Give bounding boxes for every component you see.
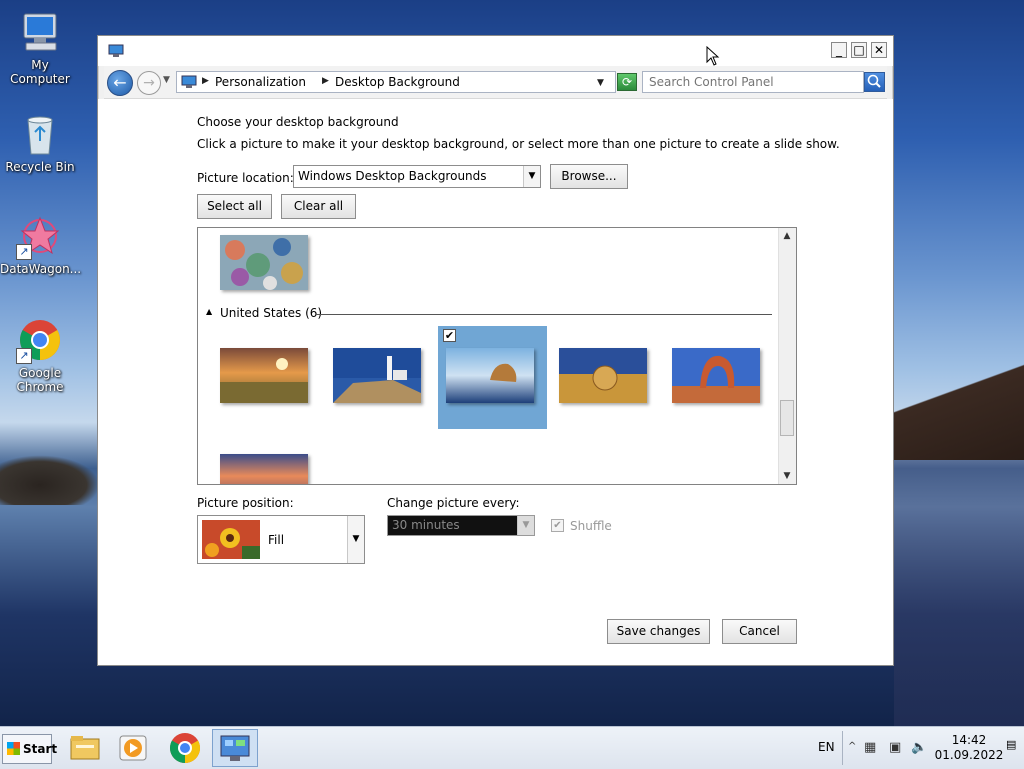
chevron-down-icon: ▼ — [523, 166, 540, 187]
breadcrumb-chevron-icon[interactable]: ▶ — [322, 76, 329, 86]
minimize-button[interactable]: _ — [831, 42, 847, 58]
mouse-cursor-icon — [706, 46, 720, 66]
scroll-down-icon[interactable]: ▼ — [779, 468, 795, 484]
desktop-wallpaper-shore — [894, 430, 1024, 730]
thumbnail-arch[interactable] — [672, 348, 760, 403]
forward-button[interactable]: → — [137, 71, 161, 95]
taskbar-explorer-icon[interactable] — [68, 731, 102, 765]
picture-location-select[interactable]: Windows Desktop Backgrounds ▼ — [293, 165, 541, 188]
gallery-scrollbar[interactable]: ▲ ▼ — [778, 228, 796, 484]
language-indicator[interactable]: EN — [818, 740, 835, 754]
content-area: Choose your desktop background Click a p… — [98, 99, 893, 665]
search-input[interactable] — [649, 74, 839, 90]
change-interval-select: 30 minutes ▼ — [387, 515, 535, 536]
desktop-icon-google-chrome[interactable]: ↗ Google Chrome — [0, 318, 80, 394]
picture-gallery[interactable]: ▲ United States (6) ✔ ▲ ▼ — [197, 227, 797, 485]
search-icon — [867, 74, 881, 88]
page-title: Choose your desktop background — [197, 115, 399, 129]
change-interval-value: 30 minutes — [392, 518, 460, 532]
control-panel-icon — [220, 735, 250, 761]
desktop-icon-label: My Computer — [10, 58, 70, 86]
shortcut-arrow-icon: ↗ — [16, 348, 32, 364]
close-button[interactable]: ✕ — [871, 42, 887, 58]
address-bar-row: ← → ▼ ▶ Personalization ▶ Desktop Backgr… — [104, 66, 887, 99]
desktop-icon-my-computer[interactable]: My Computer — [0, 10, 80, 86]
position-preview-image — [202, 520, 260, 559]
tray-separator — [842, 731, 843, 765]
computer-icon — [18, 10, 62, 54]
select-all-button[interactable]: Select all — [197, 194, 272, 219]
taskbar: Start EN ^ ▦ ▣ 🔈 14:42 01.09.2022 ▤ — [0, 726, 1024, 769]
desktop-icon-datawagon[interactable]: ↗ DataWagon... — [0, 214, 82, 276]
control-panel-icon — [181, 75, 197, 89]
clock-date: 01.09.2022 — [934, 748, 1004, 762]
desktop-background-window: _ □ ✕ ← → ▼ ▶ Personalization ▶ Desktop … — [97, 35, 894, 666]
desktop-wallpaper-rock — [894, 360, 1024, 460]
start-label: Start — [23, 742, 58, 756]
recycle-bin-icon — [18, 112, 62, 156]
network-disconnected-icon[interactable]: ▣ — [889, 740, 901, 755]
thumbnail-sunset-field[interactable] — [220, 348, 308, 403]
thumbnail-sea-rock[interactable] — [446, 348, 534, 403]
clear-all-button[interactable]: Clear all — [281, 194, 356, 219]
address-dropdown-icon[interactable]: ▼ — [597, 78, 604, 88]
thumbnail-checkbox[interactable]: ✔ — [443, 329, 456, 342]
windows-logo-icon — [7, 742, 20, 755]
breadcrumb-desktop-background[interactable]: Desktop Background — [335, 75, 460, 89]
datawagon-icon: ↗ — [16, 214, 62, 260]
cancel-button[interactable]: Cancel — [722, 619, 797, 644]
thumbnail-hay-bale[interactable] — [559, 348, 647, 403]
desktop-wallpaper-rocks-left — [0, 455, 100, 505]
picture-position-label: Picture position: — [197, 496, 294, 510]
title-bar[interactable]: _ □ ✕ — [98, 36, 893, 66]
save-changes-button[interactable]: Save changes — [607, 619, 710, 644]
thumbnail-lighthouse[interactable] — [333, 348, 421, 403]
action-center-icon[interactable]: ▦ — [864, 740, 876, 755]
scrollbar-thumb[interactable] — [780, 400, 794, 436]
system-clock[interactable]: 14:42 01.09.2022 — [932, 733, 1006, 763]
desktop-icon-label: DataWagon... — [0, 262, 82, 276]
breadcrumb-personalization[interactable]: Personalization — [215, 75, 306, 89]
start-button[interactable]: Start — [2, 734, 57, 764]
picture-location-value: Windows Desktop Backgrounds — [298, 169, 487, 183]
scroll-up-icon[interactable]: ▲ — [779, 228, 795, 244]
thumbnail-lake-sunset[interactable] — [220, 454, 308, 484]
taskbar-chrome-icon[interactable] — [168, 731, 202, 765]
show-desktop-icon[interactable]: ▤ — [1006, 738, 1016, 751]
volume-icon[interactable]: 🔈 — [911, 740, 927, 755]
group-header-united-states[interactable]: United States (6) — [220, 306, 322, 320]
refresh-button[interactable]: ⟳ — [617, 73, 637, 91]
chrome-icon: ↗ — [16, 318, 62, 364]
show-hidden-icons-icon[interactable]: ^ — [848, 741, 856, 752]
change-picture-label: Change picture every: — [387, 496, 520, 510]
search-button[interactable] — [864, 72, 885, 92]
control-panel-icon — [108, 44, 124, 58]
search-box[interactable] — [642, 71, 864, 93]
thumbnail-abstract[interactable] — [220, 235, 308, 290]
shortcut-arrow-icon: ↗ — [16, 244, 32, 260]
history-dropdown-icon[interactable]: ▼ — [163, 75, 170, 85]
picture-position-value: Fill — [268, 533, 285, 547]
address-bar[interactable]: ▶ Personalization ▶ Desktop Background ▼ — [176, 71, 616, 93]
chevron-down-icon: ▼ — [517, 516, 534, 535]
desktop-icon-label: Recycle Bin — [5, 160, 75, 174]
group-divider — [315, 314, 772, 315]
maximize-button[interactable]: □ — [851, 42, 867, 58]
browse-button[interactable]: Browse... — [550, 164, 628, 189]
clock-time: 14:42 — [951, 733, 987, 747]
picture-position-select[interactable]: Fill ▼ — [197, 515, 365, 564]
breadcrumb-chevron-icon[interactable]: ▶ — [202, 76, 209, 86]
shuffle-checkbox: ✔ — [551, 519, 564, 532]
taskbar-media-player-icon[interactable] — [116, 731, 150, 765]
picture-location-label: Picture location: — [197, 171, 294, 185]
chevron-down-icon: ▼ — [347, 516, 364, 563]
desktop-icon-recycle-bin[interactable]: Recycle Bin — [0, 112, 80, 174]
shuffle-label: Shuffle — [570, 519, 612, 533]
desktop-icon-label: Google Chrome — [16, 366, 64, 394]
back-button[interactable]: ← — [107, 70, 133, 96]
collapse-group-icon[interactable]: ▲ — [206, 307, 212, 316]
page-description: Click a picture to make it your desktop … — [197, 137, 840, 151]
taskbar-control-panel-button[interactable] — [212, 729, 258, 767]
